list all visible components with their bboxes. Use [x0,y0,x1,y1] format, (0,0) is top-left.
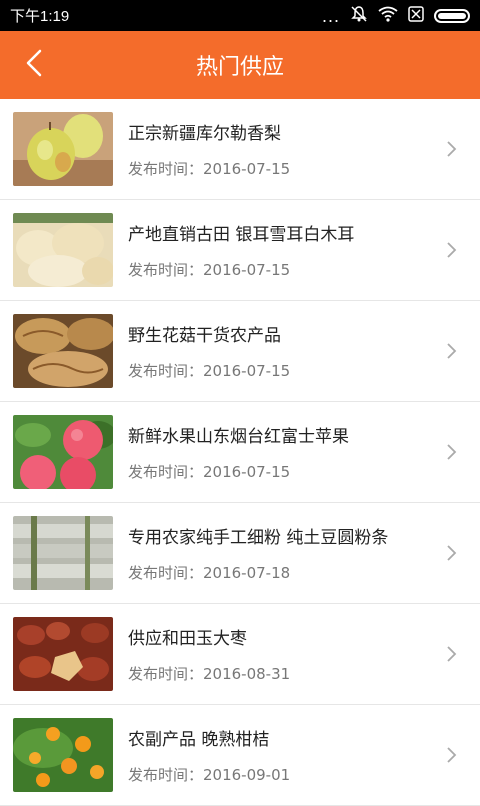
item-texts: 新鲜水果山东烟台红富士苹果 发布时间：2016-07-15 [128,422,349,482]
item-name: 产地直销古田 银耳雪耳白木耳 [128,225,355,245]
item-texts: 专用农家纯手工细粉 纯土豆圆粉条 发布时间：2016-07-18 [128,523,388,583]
item-date: 发布时间：2016-08-31 [128,665,291,683]
chevron-right-icon [447,343,457,359]
chevron-right-icon [447,444,457,460]
status-time: 下午1:19 [10,8,70,25]
item-date: 发布时间：2016-07-15 [128,261,291,279]
chevron-right-icon [447,242,457,258]
page-title: 热门供应 [195,55,284,80]
item-date: 发布时间：2016-07-15 [128,463,291,481]
product-image-orange [13,718,113,792]
sim-icon [408,5,424,26]
product-image-apple [13,415,113,489]
item-texts: 野生花菇干货农产品 发布时间：2016-07-15 [128,321,290,381]
list-item[interactable]: 野生花菇干货农产品 发布时间：2016-07-15 [0,301,480,402]
product-image-pear [13,112,113,186]
item-name: 农副产品 晚熟柑桔 [128,730,270,750]
list-item[interactable]: 正宗新疆库尔勒香梨 发布时间：2016-07-15 [0,99,480,200]
status-icons: ... [322,5,470,27]
product-image-fungus [13,213,113,287]
chevron-right-icon [447,646,457,662]
product-image-mushroom [13,314,113,388]
product-image-noodles [13,516,113,590]
item-date: 发布时间：2016-07-15 [128,362,291,380]
item-name: 野生花菇干货农产品 [128,326,281,346]
list-item[interactable]: 产地直销古田 银耳雪耳白木耳 发布时间：2016-07-15 [0,200,480,301]
back-button[interactable] [14,31,54,99]
item-name: 新鲜水果山东烟台红富士苹果 [128,427,349,447]
back-chevron-icon [24,48,44,82]
item-date: 发布时间：2016-07-15 [128,160,291,178]
chevron-right-icon [447,747,457,763]
chevron-right-icon [447,141,457,157]
item-texts: 农副产品 晚熟柑桔 发布时间：2016-09-01 [128,725,290,785]
list-item[interactable]: 专用农家纯手工细粉 纯土豆圆粉条 发布时间：2016-07-18 [0,503,480,604]
item-name: 专用农家纯手工细粉 纯土豆圆粉条 [128,528,389,548]
product-image-jujube [13,617,113,691]
app-bar: 热门供应 [0,31,480,99]
mute-icon [350,5,368,27]
item-texts: 产地直销古田 银耳雪耳白木耳 发布时间：2016-07-15 [128,220,354,280]
item-texts: 供应和田玉大枣 发布时间：2016-08-31 [128,624,290,684]
supply-list: 正宗新疆库尔勒香梨 发布时间：2016-07-15 产地直销古田 银耳雪耳白木耳… [0,99,480,806]
chevron-right-icon [447,545,457,561]
more-dots: ... [321,5,340,26]
item-texts: 正宗新疆库尔勒香梨 发布时间：2016-07-15 [128,119,290,179]
battery-icon [434,8,470,23]
item-name: 正宗新疆库尔勒香梨 [128,124,281,144]
list-item[interactable]: 供应和田玉大枣 发布时间：2016-08-31 [0,604,480,705]
item-name: 供应和田玉大枣 [128,629,247,649]
status-bar: 下午1:19 ... [0,0,480,31]
wifi-icon [378,6,398,26]
list-item[interactable]: 农副产品 晚熟柑桔 发布时间：2016-09-01 [0,705,480,806]
list-item[interactable]: 新鲜水果山东烟台红富士苹果 发布时间：2016-07-15 [0,402,480,503]
item-date: 发布时间：2016-07-18 [128,564,291,582]
item-date: 发布时间：2016-09-01 [128,766,291,784]
